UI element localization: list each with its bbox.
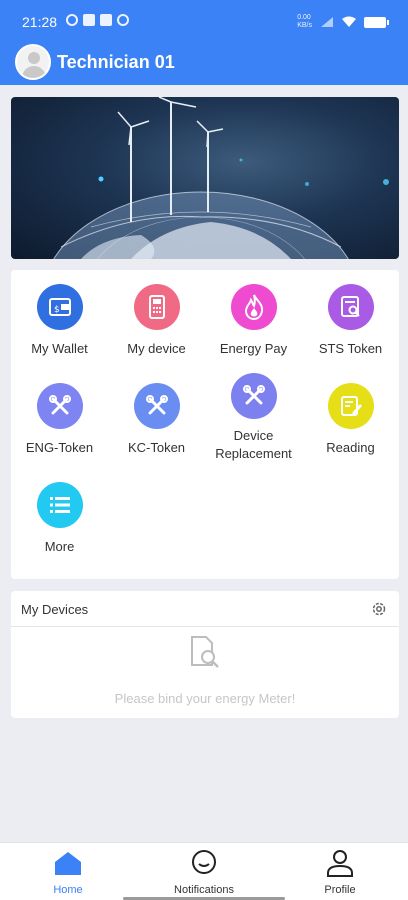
menu-label: More [44, 539, 75, 554]
nav-profile[interactable]: Profile [280, 849, 400, 896]
menu-device-replacement[interactable]: Device Replacement [205, 373, 302, 463]
status-bar: 21:28 0.00 KB/s [0, 0, 408, 42]
feature-menu: $ My Wallet My device Energy Pay STS Tok… [11, 270, 399, 579]
mail-icon [100, 14, 112, 26]
battery-icon [364, 16, 389, 28]
whatsapp-icon [66, 14, 78, 26]
header-user[interactable]: Technician 01 [15, 44, 175, 80]
device-icon [133, 284, 180, 330]
menu-label: My device [127, 341, 186, 356]
menu-my-wallet[interactable]: $ My Wallet [11, 284, 108, 358]
net-speed: 0.00 KB/s [297, 14, 312, 29]
empty-state-text: Please bind your energy Meter! [114, 691, 296, 706]
menu-label: ENG-Token [25, 440, 94, 455]
nav-label: Home [53, 884, 83, 896]
signal-icon [321, 17, 333, 27]
menu-label: My Wallet [31, 341, 88, 356]
menu-sts-token[interactable]: STS Token [302, 284, 399, 358]
settings-gear-icon[interactable] [371, 601, 387, 622]
tools-icon [230, 373, 277, 419]
nav-label: Profile [324, 884, 356, 896]
avatar[interactable] [15, 44, 51, 80]
menu-energy-pay[interactable]: Energy Pay [205, 284, 302, 358]
menu-kc-token[interactable]: KC-Token [108, 383, 205, 457]
status-time: 21:28 [22, 14, 58, 30]
app-notification-icon [83, 14, 95, 26]
wifi-icon [342, 16, 356, 27]
document-search-icon [188, 635, 222, 674]
menu-label: KC-Token [127, 440, 186, 455]
tools-icon [36, 383, 83, 429]
username: Technician 01 [57, 51, 175, 72]
nav-notifications[interactable]: Notifications [144, 849, 264, 896]
banner-image [11, 97, 399, 259]
menu-label: Energy Pay [219, 341, 288, 356]
menu-label: STS Token [318, 341, 383, 356]
menu-label: Device Replacement [215, 428, 292, 461]
menu-label: Reading [326, 440, 375, 455]
token-search-icon [327, 284, 374, 330]
home-icon [55, 852, 81, 875]
menu-my-device[interactable]: My device [108, 284, 205, 358]
menu-reading[interactable]: Reading [302, 383, 399, 457]
chat-icon [192, 850, 216, 874]
divider [11, 626, 399, 627]
menu-eng-token[interactable]: ENG-Token [11, 383, 108, 457]
status-right: 0.00 KB/s [297, 14, 389, 30]
top-bar: 21:28 0.00 KB/s Technician 01 [0, 0, 408, 85]
menu-more[interactable]: More [11, 482, 108, 556]
nav-home[interactable]: Home [8, 849, 128, 896]
my-devices-card: My Devices Please bind your energy Meter… [11, 591, 399, 718]
wallet-icon: $ [36, 284, 83, 330]
list-icon [36, 482, 83, 528]
my-devices-title: My Devices [21, 602, 89, 617]
edit-icon [327, 383, 374, 429]
flame-icon [230, 284, 277, 330]
tools-icon [133, 383, 180, 429]
bottom-navigation: Home Notifications Profile [0, 842, 408, 900]
sync-icon [117, 14, 129, 26]
person-icon [327, 850, 353, 877]
nav-label: Notifications [174, 884, 234, 896]
svg-text:$: $ [54, 305, 60, 315]
status-notification-icons [66, 14, 129, 26]
